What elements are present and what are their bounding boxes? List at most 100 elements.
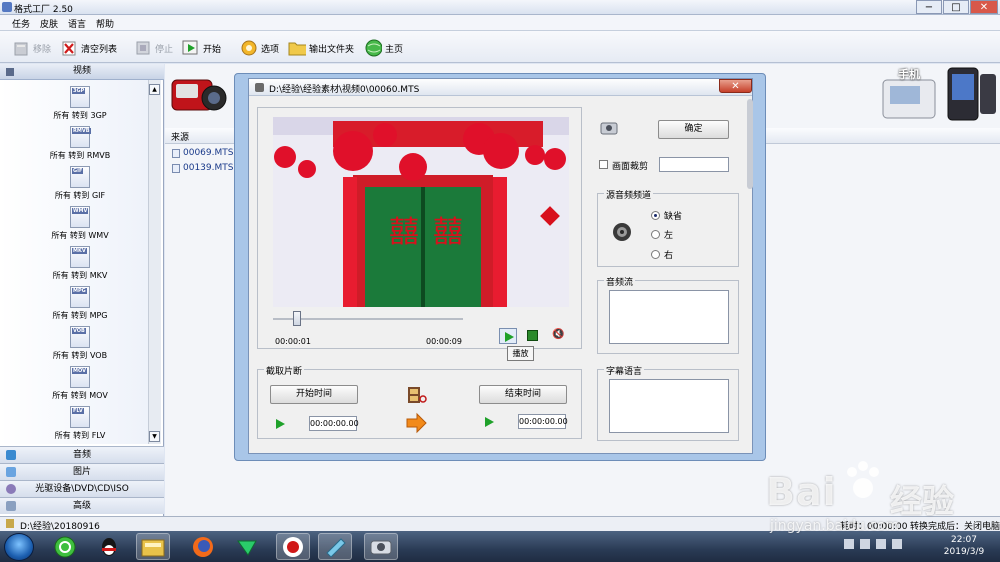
category-advanced[interactable]: 高级: [0, 497, 164, 514]
dialog-scrollbar[interactable]: [747, 99, 753, 189]
3gp-icon: 3GP: [70, 86, 90, 108]
flv-icon: FLV: [70, 406, 90, 428]
ok-button[interactable]: 确定: [658, 120, 729, 139]
svg-text:囍: 囍: [433, 215, 463, 250]
start-button[interactable]: 开始: [182, 37, 221, 59]
film-scissors-icon: [407, 385, 427, 405]
dialog-close-button[interactable]: ✕: [719, 79, 752, 93]
crop-checkbox[interactable]: [599, 160, 608, 169]
baidu-watermark: Bai 经验 jingyan.baidu.com: [766, 461, 996, 546]
format-flv[interactable]: FLV 所有 转到 FLV: [30, 406, 130, 441]
video-preview: 囍 囍: [273, 117, 569, 307]
channel-default-radio[interactable]: 缺省: [651, 209, 682, 222]
category-image[interactable]: 图片: [0, 463, 164, 480]
toolbar: 移除 清空列表 停止 开始 选项 输出文件夹 主页: [0, 31, 1000, 63]
total-time: 00:00:09: [426, 337, 462, 346]
format-list-scrollbar[interactable]: ▲ ▼: [148, 80, 161, 444]
format-mpg[interactable]: MPG 所有 转到 MPG: [30, 286, 130, 321]
remove-button[interactable]: 移除: [12, 37, 51, 59]
dialog-title-bar: D:\经验\经验素材\视频0\00060.MTS ✕: [249, 79, 752, 96]
mpg-icon: MPG: [70, 286, 90, 308]
play-button[interactable]: [499, 328, 517, 344]
maximize-button[interactable]: □: [943, 0, 969, 14]
start-time-field[interactable]: 00:00:00.00: [309, 416, 359, 431]
file-icon: [172, 163, 180, 173]
arrow-right-icon: [405, 412, 427, 434]
seek-track: [273, 318, 463, 320]
crop-label: 画面裁剪: [612, 162, 649, 172]
category-audio[interactable]: 音频: [0, 446, 164, 463]
end-time-button[interactable]: 结束时间: [479, 385, 567, 404]
record-icon[interactable]: [276, 533, 310, 560]
svg-text:囍: 囍: [389, 215, 419, 250]
mov-icon: MOV: [70, 366, 90, 388]
gear-icon: [240, 39, 258, 57]
menu-skin[interactable]: 皮肤: [40, 17, 58, 30]
menu-task[interactable]: 任务: [12, 17, 30, 30]
globe-icon: [364, 39, 382, 57]
output-folder-button[interactable]: 输出文件夹: [288, 37, 354, 59]
rmvb-icon: RMVB: [70, 126, 91, 148]
format-factory-taskbar-icon[interactable]: [364, 533, 398, 560]
play-end-icon[interactable]: [485, 417, 494, 427]
format-vob[interactable]: VOB 所有 转到 VOB: [30, 326, 130, 361]
mute-icon[interactable]: 🔇: [552, 329, 564, 340]
file-item[interactable]: 00139.MTS: [172, 163, 233, 173]
vob-icon: VOB: [70, 326, 90, 348]
dialog-title: D:\经验\经验素材\视频0\00060.MTS: [269, 85, 420, 95]
subtitle-list[interactable]: [609, 379, 729, 433]
stop-button[interactable]: [527, 330, 538, 341]
play-start-icon[interactable]: [276, 419, 285, 429]
stop-icon: [134, 39, 152, 57]
mkv-icon: MKV: [70, 246, 90, 268]
start-time-button[interactable]: 开始时间: [270, 385, 358, 404]
file-item[interactable]: 00069.MTS: [172, 148, 233, 158]
start-icon: [182, 39, 200, 57]
end-time-field[interactable]: 00:00:00.00: [518, 414, 568, 429]
media-player-icon[interactable]: [230, 533, 264, 560]
folder-icon: [6, 519, 14, 528]
wmv-icon: WMV: [70, 206, 90, 228]
format-gif[interactable]: GIF 所有 转到 GIF: [30, 166, 130, 201]
file-icon: [172, 148, 180, 158]
start-button[interactable]: [4, 533, 34, 561]
app-title: 格式工厂 2.50: [14, 5, 73, 15]
category-optical[interactable]: 光驱设备\DVD\CD\ISO: [0, 480, 164, 497]
audio-device-icon: [599, 119, 621, 137]
radio-icon: [651, 230, 660, 239]
options-button[interactable]: 选项: [240, 37, 279, 59]
format-3gp[interactable]: 3GP 所有 转到 3GP: [30, 86, 130, 121]
phone-device-icon: 手机: [880, 64, 998, 124]
firefox-icon[interactable]: [186, 533, 220, 560]
camcorder-icon: [168, 70, 230, 122]
clear-list-button[interactable]: 清空列表: [60, 37, 117, 59]
menu-help[interactable]: 帮助: [96, 17, 114, 30]
scroll-down-button[interactable]: ▼: [149, 431, 160, 442]
home-button[interactable]: 主页: [364, 37, 403, 59]
menu-bar: 任务 皮肤 语言 帮助: [0, 15, 1000, 31]
format-list: 3GP 所有 转到 3GP RMVB 所有 转到 RMVB GIF 所有 转到 …: [0, 80, 148, 444]
format-rmvb[interactable]: RMVB 所有 转到 RMVB: [30, 126, 130, 161]
app-title-bar: 格式工厂 2.50 − □ ✕: [0, 0, 1000, 15]
format-mov[interactable]: MOV 所有 转到 MOV: [30, 366, 130, 401]
scroll-up-button[interactable]: ▲: [149, 84, 160, 95]
menu-language[interactable]: 语言: [68, 17, 86, 30]
channel-right-radio[interactable]: 右: [651, 248, 673, 261]
audio-stream-list[interactable]: [609, 290, 729, 344]
format-mkv[interactable]: MKV 所有 转到 MKV: [30, 246, 130, 281]
remove-icon: [12, 39, 30, 57]
gif-icon: GIF: [70, 166, 90, 188]
explorer-icon[interactable]: [136, 533, 170, 560]
app-360-icon[interactable]: [48, 533, 82, 560]
crop-field[interactable]: [659, 157, 729, 172]
seek-slider[interactable]: [293, 311, 301, 326]
notes-app-icon[interactable]: [318, 533, 352, 560]
close-button[interactable]: ✕: [970, 0, 998, 14]
play-tooltip: 播放: [507, 346, 534, 361]
video-category-header[interactable]: 视频: [0, 64, 164, 80]
stop-button[interactable]: 停止: [134, 37, 173, 59]
channel-left-radio[interactable]: 左: [651, 228, 673, 241]
format-wmv[interactable]: WMV 所有 转到 WMV: [30, 206, 130, 241]
qq-icon[interactable]: [92, 533, 126, 560]
minimize-button[interactable]: −: [916, 0, 942, 14]
